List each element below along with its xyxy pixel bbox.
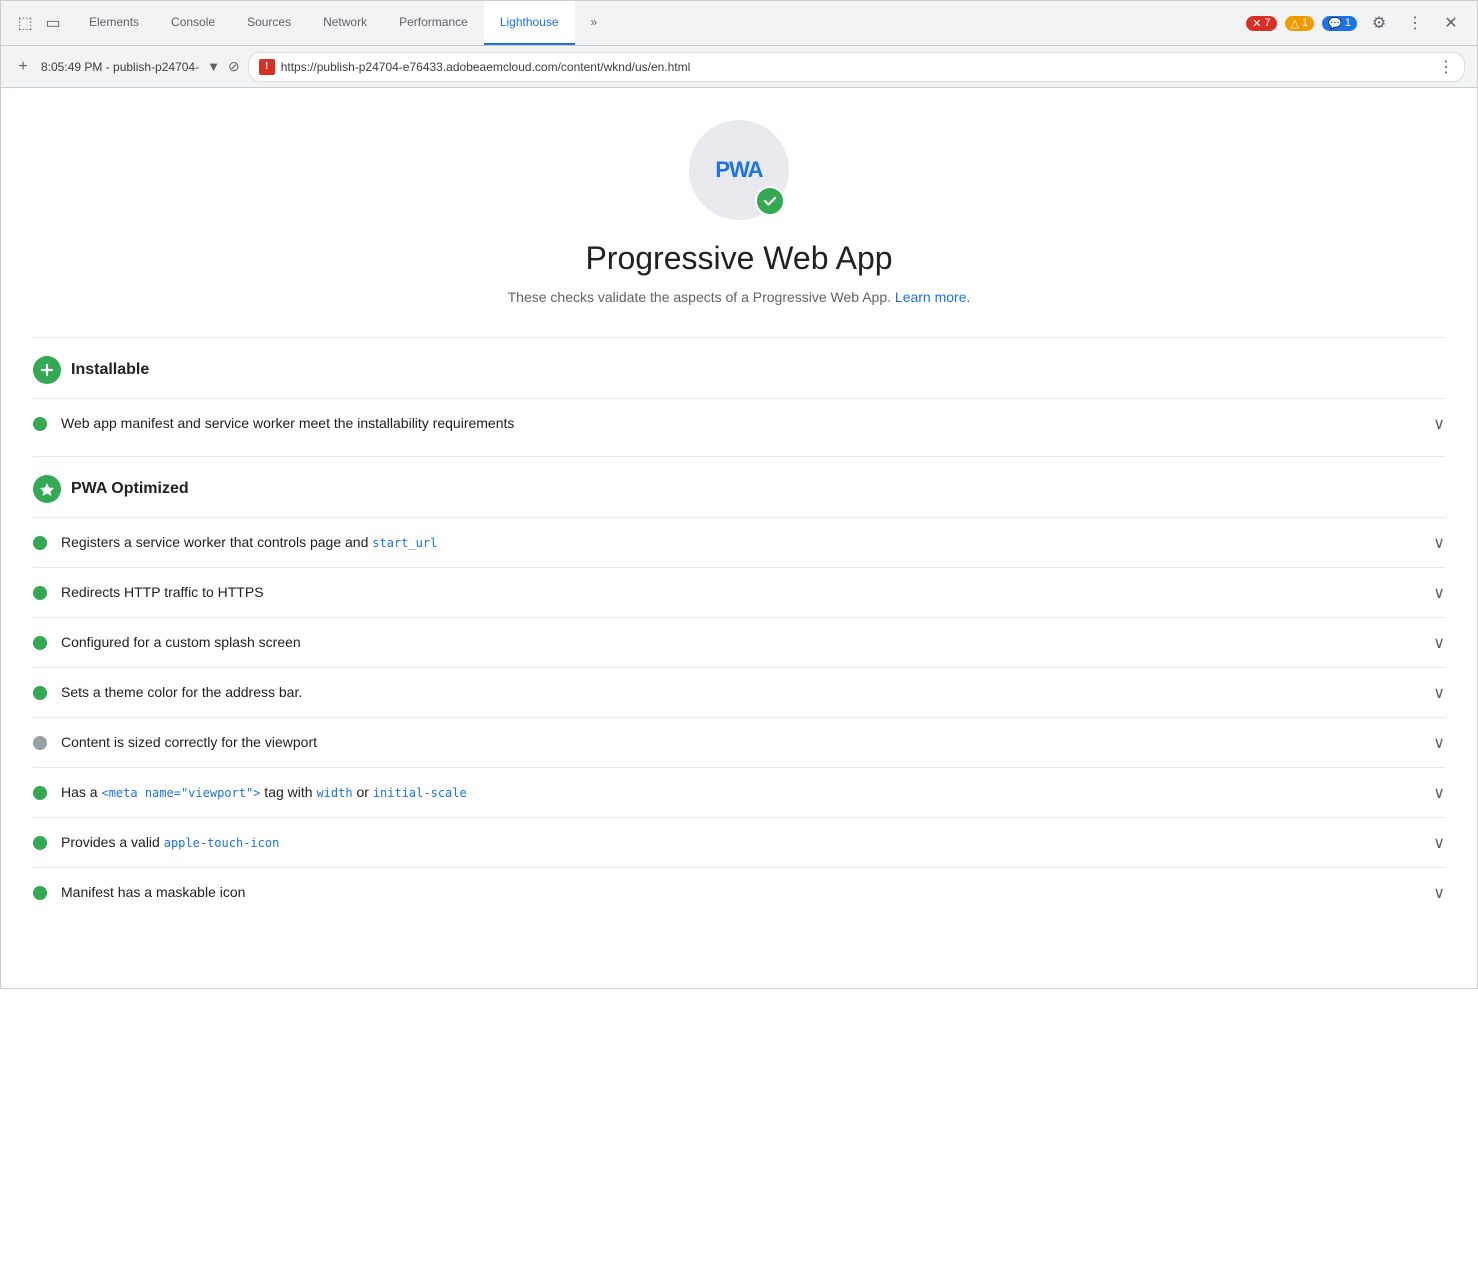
- status-dot-green: [33, 417, 47, 431]
- star-icon: [39, 481, 55, 497]
- url-bar[interactable]: ! https://publish-p24704-e76433.adobeaem…: [248, 52, 1465, 82]
- pwa-optimized-section-header: PWA Optimized: [33, 456, 1445, 517]
- devtools-window: ⬚ ▭ Elements Console Sources Network Per…: [0, 0, 1478, 989]
- tab-elements[interactable]: Elements: [73, 1, 155, 45]
- tab-console[interactable]: Console: [155, 1, 231, 45]
- close-devtools-button[interactable]: ✕: [1437, 9, 1465, 37]
- pwa-optimized-icon: [33, 475, 61, 503]
- url-more-button[interactable]: ⋮: [1438, 57, 1454, 77]
- chevron-down-icon: ∨: [1433, 533, 1445, 553]
- audit-row-https[interactable]: Redirects HTTP traffic to HTTPS ∨: [33, 567, 1445, 617]
- installable-section-header: Installable: [33, 337, 1445, 398]
- audit-text-meta-viewport: Has a <meta name="viewport"> tag with wi…: [61, 782, 1425, 803]
- error-badge[interactable]: ✕ 7: [1246, 16, 1276, 31]
- learn-more-link[interactable]: Learn more: [895, 289, 967, 305]
- audit-text-service-worker: Registers a service worker that controls…: [61, 532, 1425, 553]
- audit-row-theme[interactable]: Sets a theme color for the address bar. …: [33, 667, 1445, 717]
- cursor-icon[interactable]: ⬚: [13, 11, 37, 35]
- chevron-down-icon: ∨: [1433, 883, 1445, 903]
- audit-text-splash: Configured for a custom splash screen: [61, 632, 1425, 653]
- apple-touch-icon-code: apple-touch-icon: [164, 836, 280, 850]
- installable-icon: [33, 356, 61, 384]
- tab-network[interactable]: Network: [307, 1, 383, 45]
- pwa-logo: PWA: [715, 157, 762, 183]
- chevron-down-icon: ∨: [1433, 414, 1445, 434]
- status-dot-green: [33, 636, 47, 650]
- audit-row-installable[interactable]: Web app manifest and service worker meet…: [33, 398, 1445, 448]
- chevron-down-icon: ∨: [1433, 633, 1445, 653]
- status-dot-green: [33, 786, 47, 800]
- tab-dropdown-arrow[interactable]: ▼: [207, 59, 220, 74]
- audit-text-apple-icon: Provides a valid apple-touch-icon: [61, 832, 1425, 853]
- audit-text-maskable-icon: Manifest has a maskable icon: [61, 882, 1425, 903]
- start-url-code: start_url: [372, 536, 437, 550]
- lighthouse-main-content: PWA Progressive Web App These checks val…: [1, 88, 1477, 988]
- device-icon[interactable]: ▭: [41, 11, 65, 35]
- width-code: width: [316, 786, 352, 800]
- status-dot-green: [33, 886, 47, 900]
- status-dot-green: [33, 536, 47, 550]
- more-options-button[interactable]: ⋮: [1401, 9, 1429, 37]
- audit-text: Web app manifest and service worker meet…: [61, 413, 1425, 434]
- tab-sources[interactable]: Sources: [231, 1, 307, 45]
- info-badge[interactable]: 💬 1: [1322, 16, 1357, 31]
- audit-row-apple-icon[interactable]: Provides a valid apple-touch-icon ∨: [33, 817, 1445, 867]
- status-dot-green: [33, 686, 47, 700]
- status-dot-green: [33, 586, 47, 600]
- pwa-check-badge: [755, 186, 785, 216]
- warn-badge[interactable]: △ 1: [1285, 16, 1315, 31]
- chevron-down-icon: ∨: [1433, 683, 1445, 703]
- chevron-down-icon: ∨: [1433, 833, 1445, 853]
- meta-viewport-code: <meta name="viewport">: [101, 786, 260, 800]
- status-dot-green: [33, 836, 47, 850]
- audit-text-viewport-size: Content is sized correctly for the viewp…: [61, 732, 1425, 753]
- audit-row-maskable-icon[interactable]: Manifest has a maskable icon ∨: [33, 867, 1445, 917]
- tab-bar: ⬚ ▭ Elements Console Sources Network Per…: [1, 1, 1477, 46]
- no-allow-icon: ⊘: [228, 58, 240, 75]
- audit-text-https: Redirects HTTP traffic to HTTPS: [61, 582, 1425, 603]
- status-dot-grey: [33, 736, 47, 750]
- pwa-title: Progressive Web App: [585, 240, 892, 277]
- address-bar-row: + 8:05:49 PM - publish-p24704- ▼ ⊘ ! htt…: [1, 46, 1477, 88]
- new-tab-button[interactable]: +: [13, 57, 33, 77]
- chevron-down-icon: ∨: [1433, 783, 1445, 803]
- audit-row-service-worker[interactable]: Registers a service worker that controls…: [33, 517, 1445, 567]
- tab-session-label: 8:05:49 PM - publish-p24704-: [41, 60, 199, 74]
- audit-text-theme: Sets a theme color for the address bar.: [61, 682, 1425, 703]
- error-x-icon: ✕: [1252, 17, 1261, 30]
- chevron-down-icon: ∨: [1433, 583, 1445, 603]
- tab-performance[interactable]: Performance: [383, 1, 484, 45]
- tab-list: Elements Console Sources Network Perform…: [73, 1, 1238, 45]
- audit-row-viewport-size[interactable]: Content is sized correctly for the viewp…: [33, 717, 1445, 767]
- chevron-down-icon: ∨: [1433, 733, 1445, 753]
- tab-lighthouse[interactable]: Lighthouse: [484, 1, 575, 45]
- url-text: https://publish-p24704-e76433.adobeaemcl…: [281, 60, 1430, 74]
- installable-title: Installable: [71, 361, 149, 379]
- settings-button[interactable]: ⚙: [1365, 9, 1393, 37]
- audit-row-splash[interactable]: Configured for a custom splash screen ∨: [33, 617, 1445, 667]
- pwa-header: PWA Progressive Web App These checks val…: [33, 88, 1445, 329]
- initial-scale-code: initial-scale: [373, 786, 467, 800]
- checkmark-icon: [762, 193, 778, 209]
- tab-bar-icons: ⬚ ▭: [5, 1, 73, 45]
- tab-bar-right: ✕ 7 △ 1 💬 1 ⚙ ⋮ ✕: [1238, 1, 1473, 45]
- pwa-subtitle: These checks validate the aspects of a P…: [508, 289, 971, 305]
- info-message-icon: 💬: [1328, 17, 1342, 30]
- warn-triangle-icon: △: [1291, 17, 1299, 30]
- plus-icon: [39, 362, 55, 378]
- tab-more[interactable]: »: [575, 1, 614, 45]
- audit-row-meta-viewport[interactable]: Has a <meta name="viewport"> tag with wi…: [33, 767, 1445, 817]
- pwa-optimized-title: PWA Optimized: [71, 480, 189, 498]
- pwa-icon-circle: PWA: [689, 120, 789, 220]
- security-warning-icon: !: [259, 59, 275, 75]
